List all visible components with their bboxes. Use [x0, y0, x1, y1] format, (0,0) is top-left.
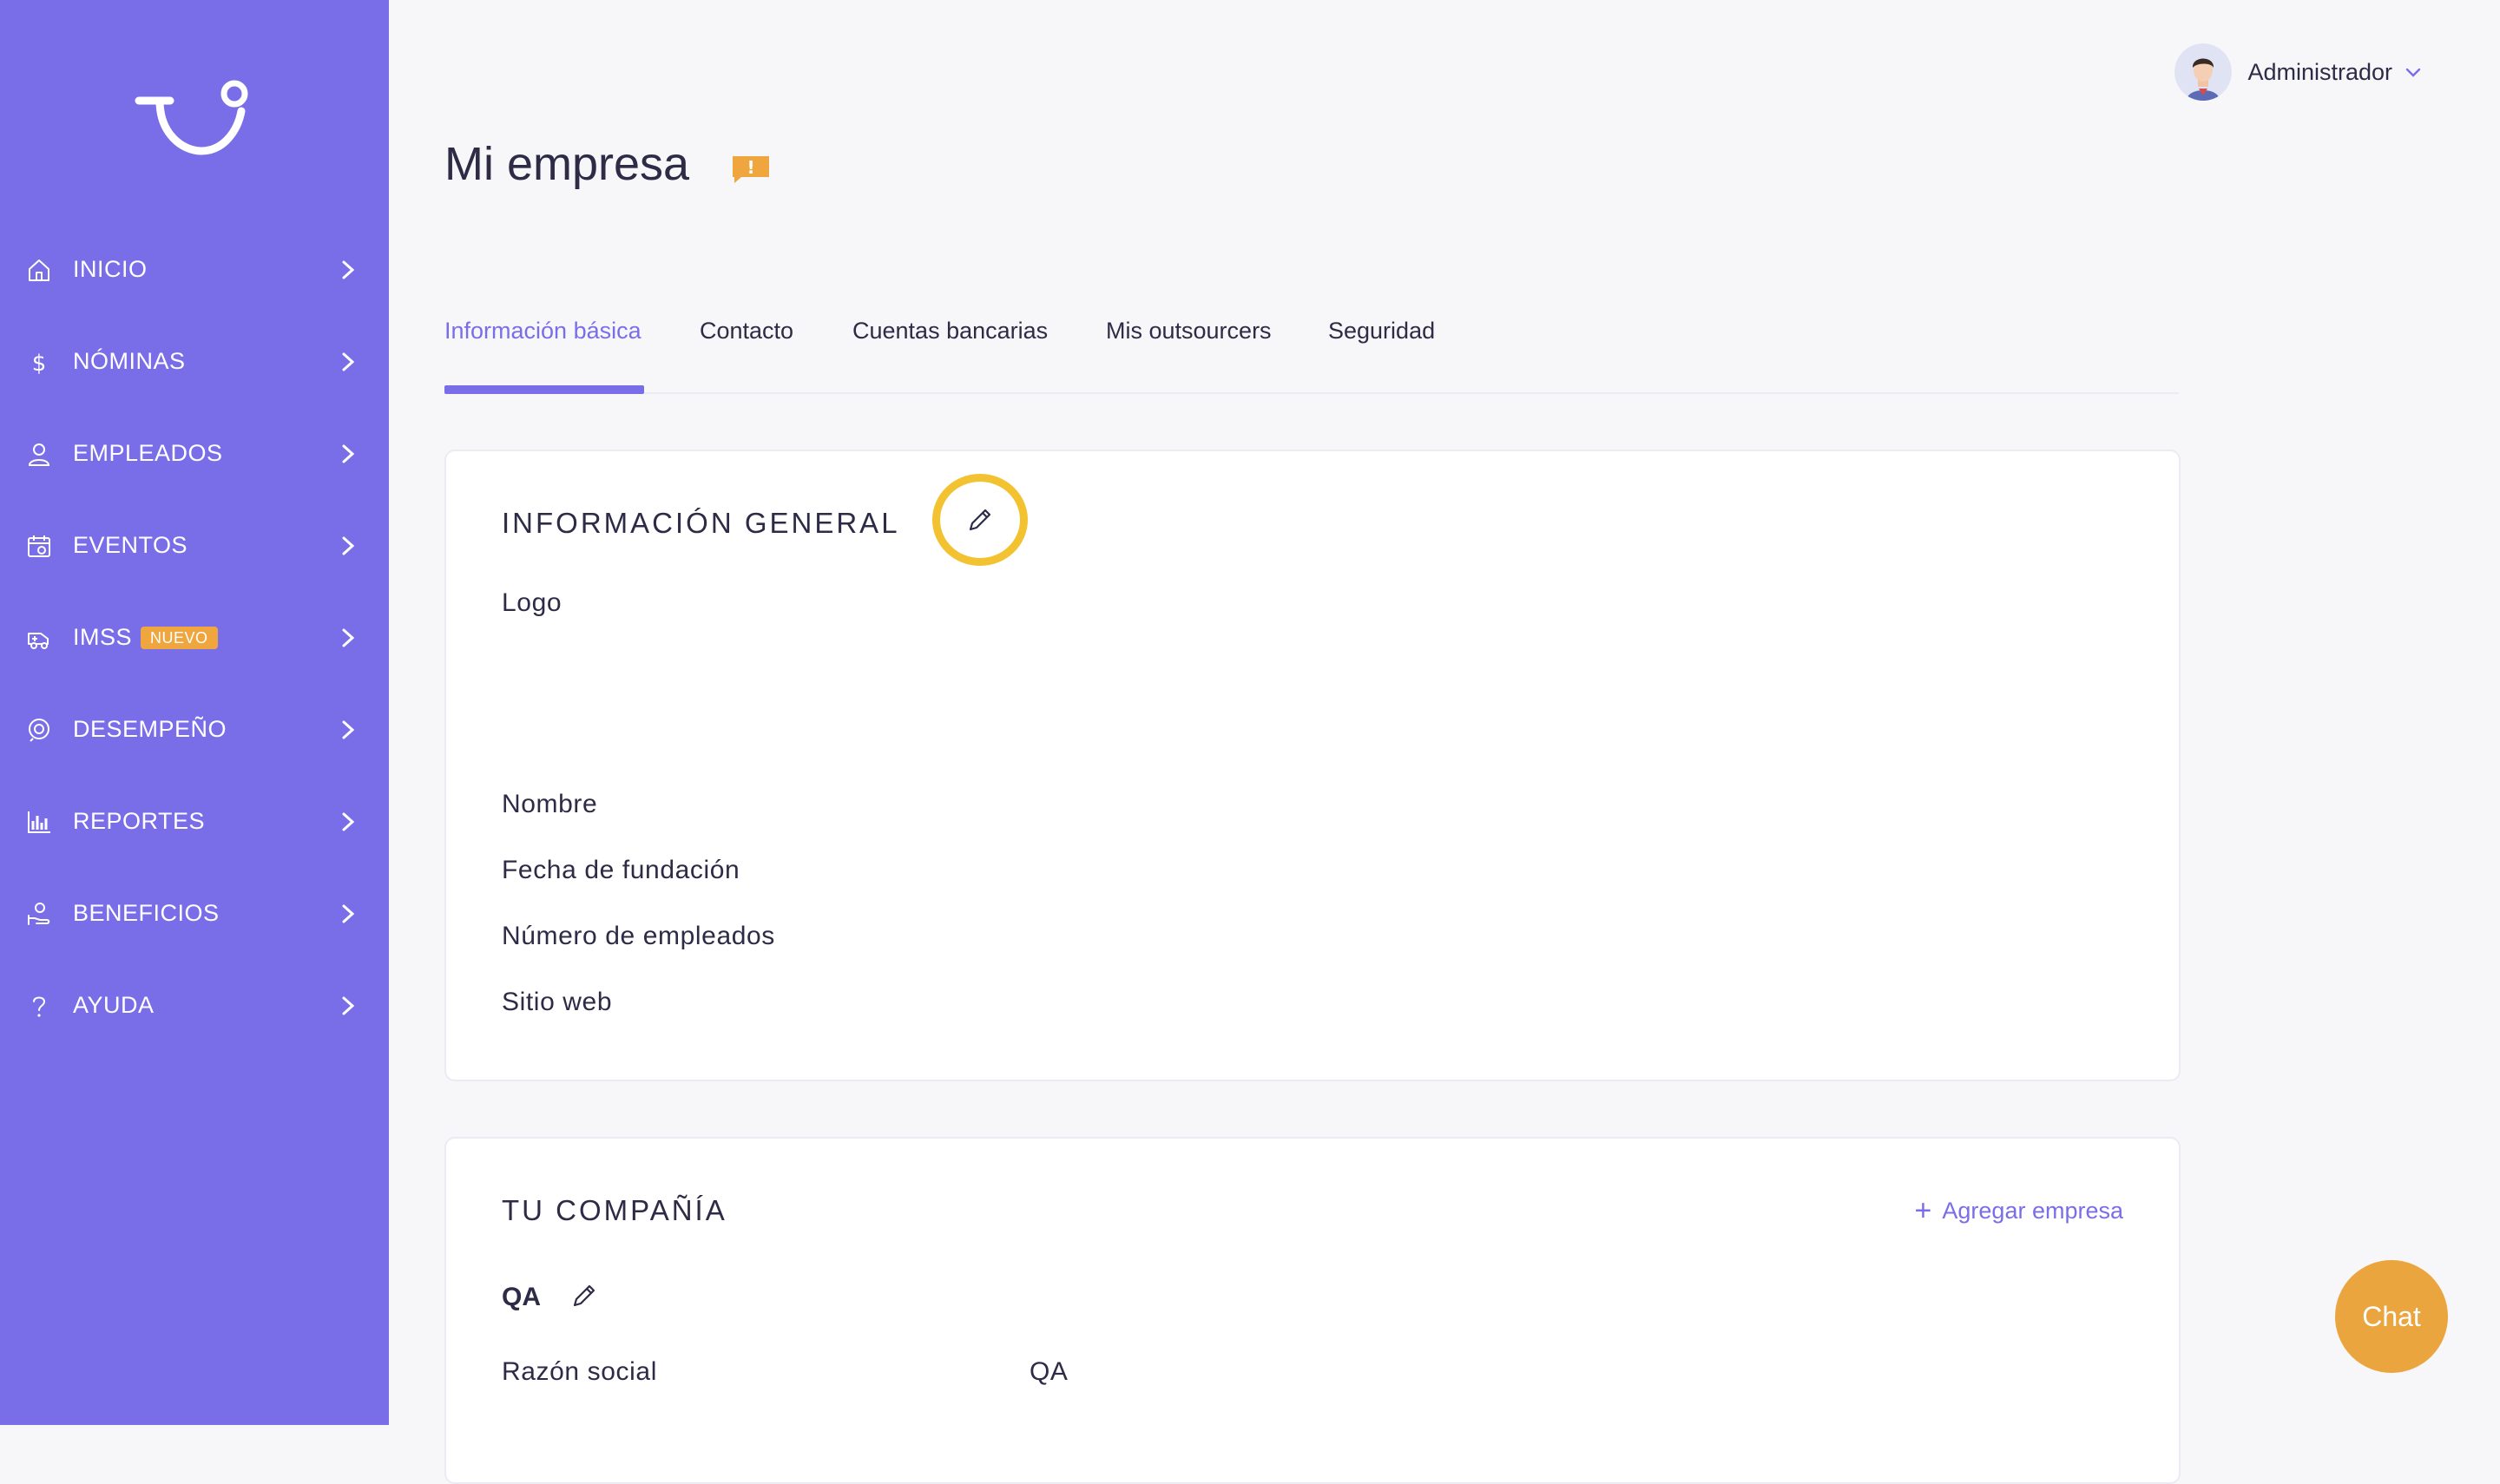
chevron-right-icon: [342, 536, 355, 555]
sidebar-item-label: REPORTES: [73, 807, 206, 834]
chevron-right-icon: [342, 352, 355, 371]
alert-symbol: !: [747, 157, 754, 178]
sidebar-item-label: DESEMPEÑO: [73, 715, 227, 742]
add-company-button[interactable]: + Agregar empresa: [1915, 1196, 2123, 1225]
company-title: TU COMPAÑÍA: [502, 1194, 727, 1226]
chevron-right-icon: [342, 720, 355, 739]
chevron-right-icon: [342, 996, 355, 1015]
page-title: Mi empresa: [444, 138, 690, 190]
sidebar-item-nominas[interactable]: $ NÓMINAS: [0, 326, 389, 396]
sidebar-item-ayuda[interactable]: AYUDA: [0, 970, 389, 1040]
sidebar-item-desempeno[interactable]: DESEMPEÑO: [0, 694, 389, 764]
sidebar-item-label: BENEFICIOS: [73, 899, 220, 926]
chevron-right-icon: [342, 260, 355, 279]
sidebar-item-beneficios[interactable]: BENEFICIOS: [0, 878, 389, 948]
ambulance-icon: [28, 633, 49, 649]
field-razon-social: Razón social: [502, 1357, 657, 1386]
sidebar-item-label: NÓMINAS: [73, 347, 186, 374]
tab-cuentas-bancarias[interactable]: Cuentas bancarias: [852, 318, 1048, 345]
sidebar-item-label: EVENTOS: [73, 531, 188, 558]
tabs: Información básica Contacto Cuentas banc…: [444, 318, 2179, 394]
new-badge: NUEVO: [141, 627, 218, 649]
sidebar-item-label: INICIO: [73, 255, 148, 282]
sidebar-item-label: IMSS: [73, 623, 133, 650]
company-card: TU COMPAÑÍA + Agregar empresa QA Razón s…: [444, 1137, 2181, 1484]
dollar-icon: $: [32, 351, 47, 375]
company-name: QA: [502, 1283, 541, 1311]
edit-pencil-icon[interactable]: [569, 1281, 599, 1310]
calendar-icon: [28, 535, 50, 557]
general-info-card: INFORMACIÓN GENERAL Logo Nombre Fecha de…: [444, 450, 2181, 1081]
sidebar-item-label: AYUDA: [73, 991, 155, 1018]
user-icon: [28, 443, 50, 466]
field-fecha-fundacion: Fecha de fundación: [502, 856, 740, 884]
chat-button[interactable]: Chat: [2335, 1260, 2448, 1373]
field-numero-empleados: Número de empleados: [502, 922, 775, 950]
help-icon: [33, 996, 46, 1017]
sidebar-item-imss[interactable]: IMSS NUEVO: [0, 602, 389, 672]
home-icon: [29, 259, 49, 281]
value-razon-social: QA: [1030, 1357, 1069, 1386]
sidebar-item-eventos[interactable]: EVENTOS: [0, 510, 389, 580]
field-logo: Logo: [502, 588, 562, 617]
chevron-right-icon: [342, 812, 355, 831]
svg-text:$: $: [32, 351, 47, 375]
tab-informacion-basica[interactable]: Información básica: [444, 318, 641, 345]
sidebar-item-empleados[interactable]: EMPLEADOS: [0, 418, 389, 488]
add-company-label: Agregar empresa: [1942, 1197, 2123, 1224]
chevron-right-icon: [342, 444, 355, 463]
chart-icon: [28, 811, 50, 833]
sidebar-item-label: EMPLEADOS: [73, 439, 223, 466]
tab-contacto[interactable]: Contacto: [700, 318, 793, 345]
field-sitio-web: Sitio web: [502, 988, 613, 1016]
avatar: [2174, 43, 2233, 101]
benefits-icon: [28, 903, 50, 925]
general-info-title: INFORMACIÓN GENERAL: [502, 507, 900, 539]
sidebar-item-inicio[interactable]: INICIO: [0, 234, 389, 304]
main-content: Administrador Mi empresa ! Información b…: [389, 0, 2500, 1484]
chevron-right-icon: [342, 628, 355, 647]
sidebar: INICIO $ NÓMINAS EMPLEADOS EVENTOS IMSS …: [0, 0, 389, 1425]
field-nombre: Nombre: [502, 790, 598, 818]
chevron-right-icon: [342, 904, 355, 923]
alert-icon[interactable]: !: [729, 153, 773, 186]
edit-pencil-icon[interactable]: [965, 505, 995, 535]
user-menu[interactable]: Administrador: [2174, 43, 2422, 101]
tab-seguridad[interactable]: Seguridad: [1328, 318, 1435, 345]
user-name: Administrador: [2247, 58, 2392, 85]
performance-icon: [29, 719, 49, 742]
app-logo[interactable]: [134, 76, 255, 163]
sidebar-item-reportes[interactable]: REPORTES: [0, 786, 389, 856]
plus-icon: +: [1914, 1194, 1932, 1227]
active-tab-indicator: [444, 385, 644, 394]
tab-mis-outsourcers[interactable]: Mis outsourcers: [1106, 318, 1272, 345]
chevron-down-icon: [2405, 68, 2421, 77]
